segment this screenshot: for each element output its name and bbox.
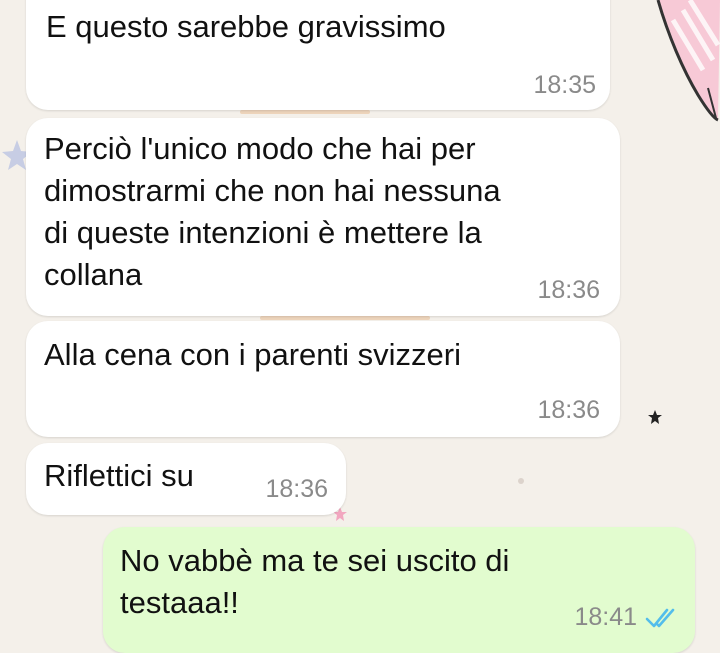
double-check-read-icon — [645, 608, 675, 628]
wallpaper-star-icon — [648, 410, 662, 424]
message-timestamp: 18:36 — [265, 475, 328, 503]
message-text: Riflettici su — [44, 458, 194, 493]
incoming-message[interactable]: Riflettici su 18:36 — [26, 443, 346, 515]
message-timestamp: 18:36 — [537, 276, 600, 304]
chat-area: E questo sarebbe gravissimo 18:35 Perciò… — [0, 0, 720, 653]
message-timestamp: 18:36 — [537, 396, 600, 424]
message-text: No vabbè ma te sei uscito di testaaa!! — [120, 543, 510, 620]
wallpaper-line — [260, 316, 430, 320]
incoming-message[interactable]: Perciò l'unico modo che hai per dimostra… — [26, 118, 620, 316]
incoming-message[interactable]: E questo sarebbe gravissimo 18:35 — [26, 0, 610, 110]
message-timestamp: 18:35 — [533, 71, 596, 99]
wallpaper-line — [240, 110, 370, 114]
outgoing-message[interactable]: No vabbè ma te sei uscito di testaaa!! 1… — [103, 527, 695, 653]
incoming-message[interactable]: Alla cena con i parenti svizzeri 18:36 — [26, 321, 620, 437]
message-text: E questo sarebbe gravissimo — [46, 9, 446, 44]
message-text: Perciò l'unico modo che hai per dimostra… — [44, 131, 501, 292]
wallpaper-ribbon-icon — [656, 0, 720, 122]
wallpaper-dot — [518, 478, 524, 484]
message-text: Alla cena con i parenti svizzeri — [44, 337, 461, 372]
message-timestamp: 18:41 — [574, 603, 637, 631]
